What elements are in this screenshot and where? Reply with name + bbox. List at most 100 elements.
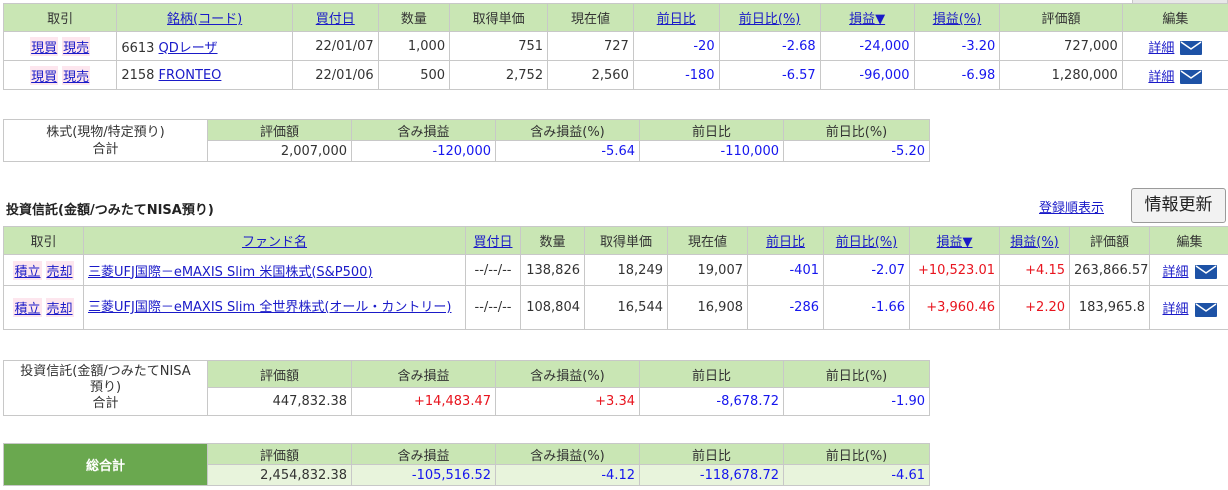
invest-button[interactable]: 積立	[13, 298, 42, 317]
col-fund-name-sort[interactable]: ファンド名	[83, 226, 466, 255]
profit-loss-pct: -6.98	[913, 60, 1001, 90]
total-value: 2,454,832.38	[207, 464, 352, 486]
profit-loss-pct: -3.20	[913, 31, 1001, 61]
summary-unrealized: +14,483.47	[351, 387, 496, 416]
total-col-unrealized: 含み損益	[351, 443, 496, 465]
sell-button[interactable]: 現売	[62, 36, 91, 56]
refresh-button[interactable]: 情報更新	[1131, 188, 1226, 223]
mail-icon[interactable]	[1180, 70, 1203, 84]
detail-link[interactable]: 詳細	[1162, 265, 1188, 280]
cost-price: 16,544	[584, 285, 668, 330]
summary-unrealized-pct: -5.64	[495, 140, 640, 162]
summary-change: -110,000	[639, 140, 784, 162]
day-change-pct: -2.68	[718, 31, 821, 61]
summary-col-change-pct: 前日比(%)	[783, 360, 930, 388]
col-name-sort[interactable]: 銘柄(コード)	[116, 3, 293, 32]
day-change-pct: -6.57	[718, 60, 821, 90]
summary-unrealized: -120,000	[351, 140, 496, 162]
stock-summary-label: 株式(現物/特定預り) 合計	[3, 119, 208, 162]
col-cost: 取得単価	[449, 3, 549, 32]
summary-value: 447,832.38	[207, 387, 352, 416]
col-change-pct-sort[interactable]: 前日比(%)	[718, 3, 821, 32]
total-col-change-pct: 前日比(%)	[783, 443, 930, 465]
registration-order-link[interactable]: 登録順表示	[1039, 197, 1104, 216]
fund-name-link[interactable]: 三菱UFJ国際－eMAXIS Slim 米国株式(S&P500)	[88, 265, 373, 280]
mail-icon[interactable]	[1180, 41, 1203, 55]
day-change-pct: -2.07	[823, 254, 910, 286]
col-edit: 編集	[1121, 3, 1228, 32]
quantity: 108,804	[520, 285, 585, 330]
fund-summary-table: 投資信託(金額/つみたてNISA 預り) 合計 評価額 含み損益 含み損益(%) 前…	[3, 360, 930, 416]
stock-name-link[interactable]: FRONTEO	[159, 68, 222, 83]
profit-loss: +10,523.01	[909, 254, 1000, 286]
sell-button[interactable]: 売却	[45, 260, 74, 280]
total-col-value: 評価額	[207, 443, 352, 465]
cost-price: 2,752	[449, 60, 549, 90]
detail-link[interactable]: 詳細	[1148, 41, 1174, 56]
col-change-sort[interactable]: 前日比	[632, 3, 720, 32]
col-pl-pct-sort[interactable]: 損益(%)	[999, 226, 1070, 255]
table-row: 現買 現売 2158 FRONTEO 22/01/06 500 2,752 2,5…	[2, 60, 1228, 90]
day-change: -20	[632, 31, 720, 61]
current-price: 16,908	[667, 285, 748, 330]
current-price: 2,560	[547, 60, 634, 90]
grand-total-label: 総合計	[3, 443, 208, 486]
stock-code: 2158	[121, 67, 155, 83]
buy-date: --/--/--	[465, 254, 521, 286]
buy-button[interactable]: 現買	[30, 36, 59, 56]
sell-button[interactable]: 現売	[62, 65, 91, 85]
summary-col-change: 前日比	[639, 360, 784, 388]
summary-col-value: 評価額	[207, 360, 352, 388]
current-price: 727	[547, 31, 634, 61]
fund-name-link[interactable]: 三菱UFJ国際－eMAXIS Slim 全世界株式(オール・カントリー)	[88, 300, 451, 315]
summary-col-unrealized-pct: 含み損益(%)	[495, 360, 640, 388]
buy-date: 22/01/07	[291, 31, 379, 61]
market-value: 1,280,000	[999, 60, 1123, 90]
col-pl-sort[interactable]: 損益▼	[909, 226, 1000, 255]
stock-code: 6613	[121, 40, 155, 56]
current-price: 19,007	[667, 254, 748, 286]
profit-loss: -24,000	[819, 31, 915, 61]
market-value: 727,000	[999, 31, 1123, 61]
col-change-pct-sort[interactable]: 前日比(%)	[823, 226, 910, 255]
funds-section-title: 投資信託(金額/つみたてNISA預り)	[6, 203, 214, 218]
summary-change-pct: -1.90	[783, 387, 930, 416]
summary-value: 2,007,000	[207, 140, 352, 162]
col-pl-pct-sort[interactable]: 損益(%)	[913, 3, 1001, 32]
col-value: 評価額	[999, 3, 1123, 32]
col-value: 評価額	[1069, 226, 1150, 255]
profit-loss: -96,000	[819, 60, 915, 90]
col-pl-sort[interactable]: 損益▼	[819, 3, 915, 32]
stock-name-link[interactable]: QDレーザ	[159, 41, 218, 56]
buy-button[interactable]: 現買	[30, 65, 59, 85]
detail-link[interactable]: 詳細	[1162, 302, 1188, 317]
summary-col-value: 評価額	[207, 119, 352, 141]
stock-header-row: 取引 銘柄(コード) 買付日 数量 取得単価 現在値 前日比 前日比(%) 損益…	[2, 3, 1228, 32]
col-buy-date-sort[interactable]: 買付日	[291, 3, 379, 32]
buy-date: --/--/--	[465, 285, 521, 330]
sell-button[interactable]: 売却	[45, 298, 74, 317]
mail-icon[interactable]	[1194, 265, 1217, 279]
mail-icon[interactable]	[1194, 302, 1217, 317]
day-change: -180	[632, 60, 720, 90]
col-buy-date-sort[interactable]: 買付日	[465, 226, 521, 255]
total-unrealized-pct: -4.12	[495, 464, 640, 486]
table-row: 積立 売却 三菱UFJ国際－eMAXIS Slim 米国株式(S&P500) --…	[3, 254, 1228, 286]
col-trade: 取引	[2, 3, 118, 32]
detail-link[interactable]: 詳細	[1148, 70, 1174, 85]
col-change-sort[interactable]: 前日比	[747, 226, 824, 255]
summary-col-unrealized: 含み損益	[351, 119, 496, 141]
col-qty: 数量	[377, 3, 451, 32]
invest-button[interactable]: 積立	[13, 260, 42, 280]
quantity: 138,826	[520, 254, 585, 286]
cost-price: 18,249	[584, 254, 668, 286]
total-change-pct: -4.61	[783, 464, 930, 486]
col-price: 現在値	[547, 3, 634, 32]
summary-change: -8,678.72	[639, 387, 784, 416]
fund-holdings-table: 取引 ファンド名 買付日 数量 取得単価 現在値 前日比 前日比(%) 損益▼ …	[3, 226, 1228, 330]
table-row: 現買 現売 6613 QDレーザ 22/01/07 1,000 751 727 -…	[2, 31, 1228, 61]
day-change: -401	[747, 254, 824, 286]
summary-col-change: 前日比	[639, 119, 784, 141]
fund-header-row: 取引 ファンド名 買付日 数量 取得単価 現在値 前日比 前日比(%) 損益▼ …	[3, 226, 1228, 255]
summary-unrealized-pct: +3.34	[495, 387, 640, 416]
